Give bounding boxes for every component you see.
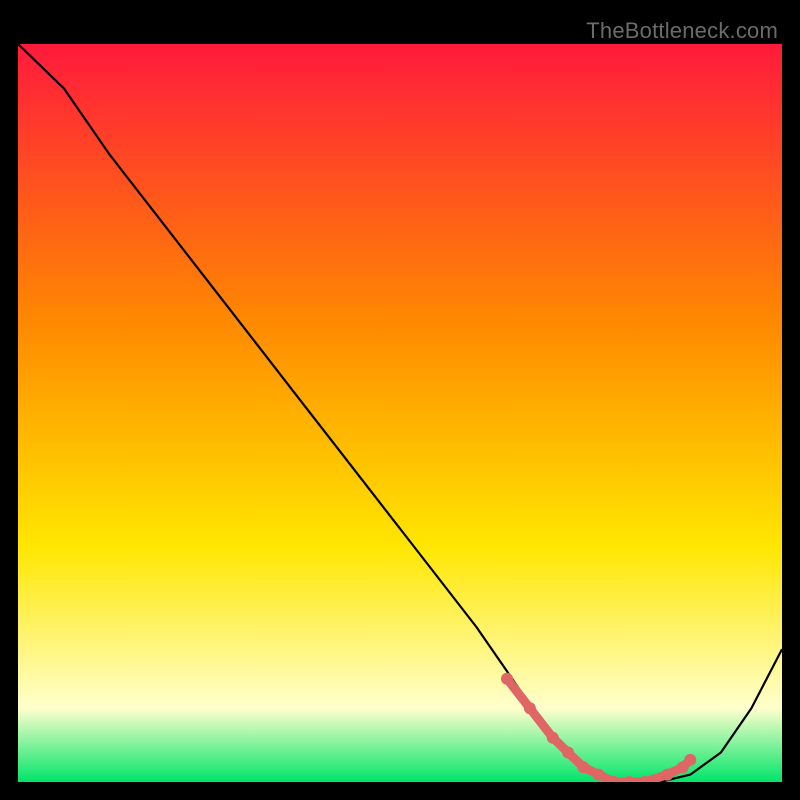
chart-svg xyxy=(18,44,782,782)
watermark-text: TheBottleneck.com xyxy=(586,18,778,44)
highlighted-segment xyxy=(683,760,691,767)
plot-area xyxy=(18,44,782,782)
chart-frame: TheBottleneck.com xyxy=(18,18,782,782)
gradient-background xyxy=(18,44,782,782)
